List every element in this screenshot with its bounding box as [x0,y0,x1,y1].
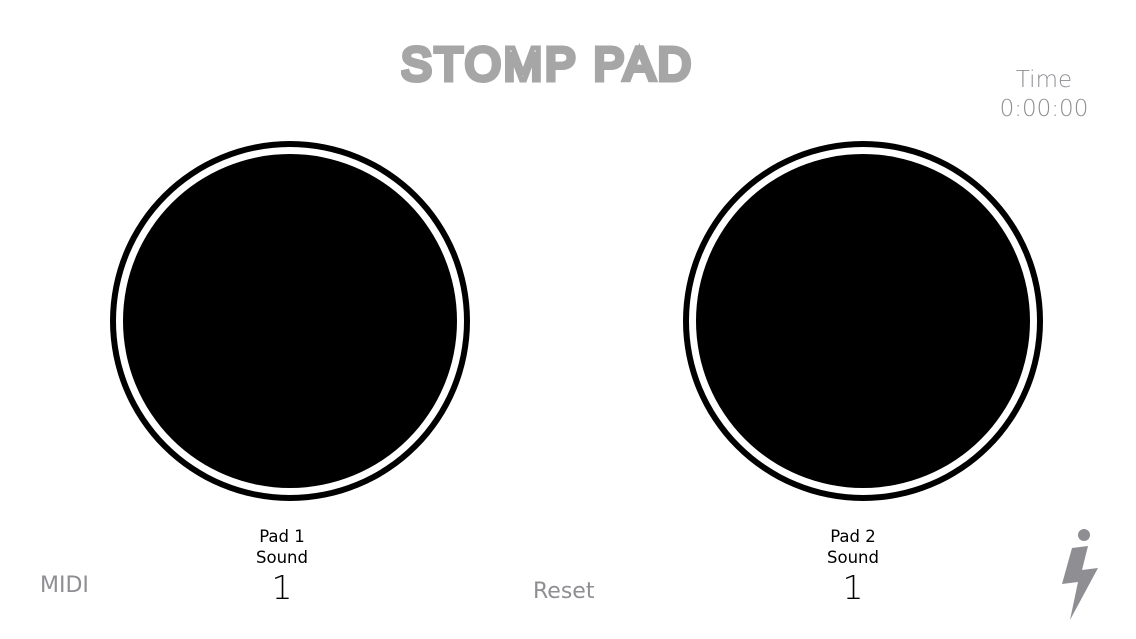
reset-button[interactable]: Reset [533,579,594,604]
pad-1-sound-number[interactable]: 1 [212,568,352,608]
pad-2-sound-caption: Sound [827,548,879,567]
pad-1-label: Pad 1 Sound 1 [212,526,352,608]
pad-2-surface [696,154,1030,488]
app-title-text: STOMP PAD [401,40,694,90]
pad-2-name: Pad 2 [830,527,876,546]
time-value: 0:00:00 [999,96,1089,122]
pad-1-surface [123,154,457,488]
info-lightning-icon[interactable] [1058,526,1104,622]
pad-2-label: Pad 2 Sound 1 [783,526,923,608]
time-label: Time [1015,67,1073,93]
midi-button[interactable]: MIDI [40,573,89,598]
app-title: STOMP PAD [401,40,731,90]
pad-1-button[interactable] [110,141,470,501]
pad-2-sound-number[interactable]: 1 [783,568,923,608]
pad-1-sound-caption: Sound [256,548,308,567]
pad-2-button[interactable] [683,141,1043,501]
pad-1-name: Pad 1 [259,527,305,546]
time-display: Time 0:00:00 [996,66,1092,124]
